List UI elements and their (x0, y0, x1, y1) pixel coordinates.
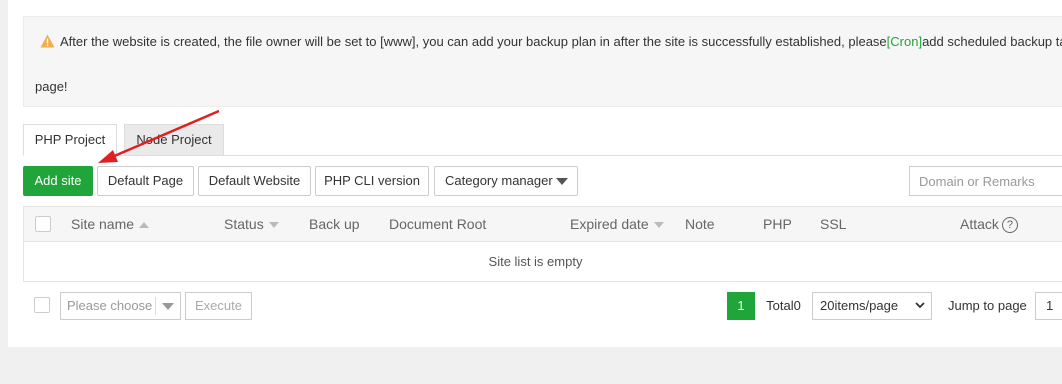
column-backup: Back up (309, 216, 360, 232)
column-status[interactable]: Status (224, 207, 279, 241)
jump-to-page-label: Jump to page (948, 298, 1027, 313)
select-all-checkbox[interactable] (35, 216, 51, 232)
batch-select-checkbox[interactable] (34, 297, 50, 313)
column-note: Note (685, 216, 715, 232)
sort-down-icon (268, 222, 279, 229)
default-website-button[interactable]: Default Website (198, 166, 311, 196)
per-page-select[interactable]: 20items/page (812, 292, 932, 320)
chevron-down-icon (915, 302, 925, 309)
search-input[interactable] (909, 166, 1062, 196)
warning-icon (40, 34, 55, 48)
column-ssl: SSL (820, 216, 847, 232)
column-attack: Attack? (960, 207, 1018, 241)
tab-node-project[interactable]: Node Project (124, 124, 224, 156)
column-status-label: Status (224, 216, 264, 232)
pagination-current-page[interactable]: 1 (727, 292, 755, 320)
per-page-value: 20items/page (820, 298, 899, 313)
pagination-total: Total0 (766, 298, 801, 313)
column-php: PHP (763, 216, 792, 232)
sort-down-icon (653, 222, 664, 229)
column-expired-date-label: Expired date (570, 216, 649, 232)
caret-down-icon (556, 178, 568, 185)
sites-panel: After the website is created, the file o… (8, 0, 1062, 347)
info-notice: After the website is created, the file o… (23, 16, 1062, 107)
column-site-name-label: Site name (71, 216, 135, 232)
php-cli-version-button[interactable]: PHP CLI version (315, 166, 429, 196)
notice-text-after: add scheduled backup ta (922, 34, 1062, 49)
column-attack-label: Attack (960, 216, 999, 232)
add-site-button[interactable]: Add site (23, 166, 93, 196)
select-divider (155, 297, 156, 315)
default-page-button[interactable]: Default Page (97, 166, 194, 196)
execute-button[interactable]: Execute (185, 292, 252, 320)
notice-text: After the website is created, the file o… (60, 34, 1062, 49)
table-header: Site name Status Back up Document Root E… (24, 207, 1062, 242)
category-manager-label: Category manager (445, 173, 553, 188)
cron-link[interactable]: [Cron] (887, 34, 922, 49)
column-expired-date[interactable]: Expired date (570, 207, 664, 241)
batch-action-select[interactable]: Please choose (60, 292, 181, 320)
help-icon[interactable]: ? (1001, 217, 1018, 234)
column-document-root: Document Root (389, 216, 487, 232)
empty-message: Site list is empty (488, 254, 583, 269)
batch-action-placeholder: Please choose (67, 298, 153, 313)
notice-text-line2: page! (35, 79, 68, 94)
caret-down-icon (162, 303, 174, 310)
column-site-name[interactable]: Site name (71, 207, 150, 241)
sort-up-icon (139, 222, 150, 229)
sites-table: Site name Status Back up Document Root E… (23, 206, 1062, 282)
tab-php-project[interactable]: PHP Project (23, 124, 117, 156)
category-manager-dropdown[interactable]: Category manager (434, 166, 578, 196)
jump-to-page-input[interactable]: 1 (1035, 292, 1062, 320)
notice-text-before: After the website is created, the file o… (60, 34, 887, 49)
